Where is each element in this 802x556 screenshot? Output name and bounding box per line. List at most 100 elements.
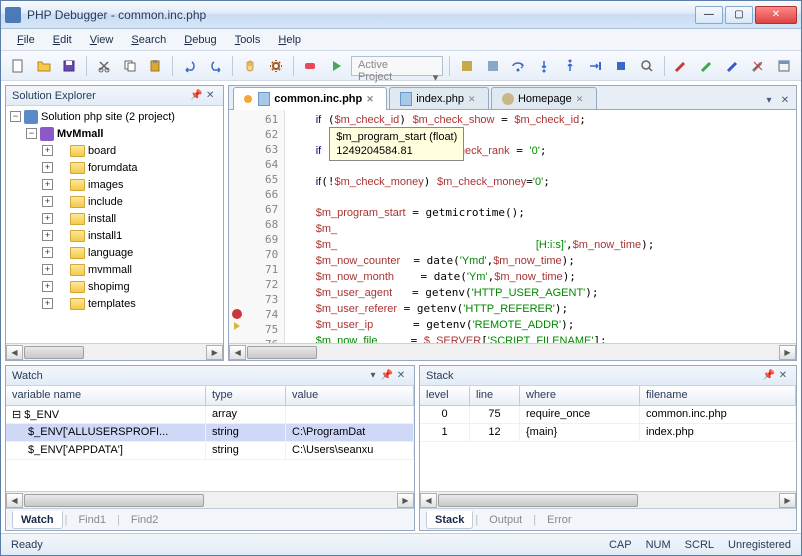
stack-tabs-output[interactable]: Output (480, 511, 531, 529)
scroll-left-icon[interactable]: ◀ (6, 493, 23, 508)
collapse-icon[interactable]: − (10, 111, 21, 122)
pin-icon[interactable]: 📌 (762, 369, 776, 383)
expand-icon[interactable]: + (42, 264, 53, 275)
expand-icon[interactable]: + (42, 298, 53, 309)
tab-dropdown-icon[interactable]: ▾ (762, 93, 776, 107)
pin-icon[interactable]: 📌 (380, 369, 394, 383)
tree-folder-install[interactable]: +install (8, 210, 221, 227)
marker-clear-icon[interactable] (748, 55, 770, 77)
stack-row[interactable]: 112{main}index.php (420, 424, 796, 442)
marker-blue-icon[interactable] (722, 55, 744, 77)
save-icon[interactable] (58, 55, 80, 77)
watch-row[interactable]: $_ENV['ALLUSERSPROFI...stringC:\ProgramD… (6, 424, 414, 442)
tab-close-icon[interactable]: ✕ (366, 94, 376, 104)
tree-solution-root[interactable]: − Solution php site (2 project) (8, 108, 221, 125)
watch-row[interactable]: $_ENV['APPDATA']stringC:\Users\seanxu (6, 442, 414, 460)
inspect-icon[interactable] (636, 55, 658, 77)
tree-folder-mvmmall[interactable]: +mvmmall (8, 261, 221, 278)
step-into-icon[interactable] (533, 55, 555, 77)
minimize-button[interactable]: — (695, 6, 723, 24)
undo-icon[interactable] (179, 55, 201, 77)
window-icon[interactable] (773, 55, 795, 77)
watch-tabs-find2[interactable]: Find2 (122, 511, 168, 529)
scroll-right-icon[interactable]: ▶ (779, 493, 796, 508)
menu-debug[interactable]: Debug (176, 32, 224, 48)
tree-folder-board[interactable]: +board (8, 142, 221, 159)
active-project-dropdown[interactable]: Active Project (351, 56, 443, 76)
tree-folder-language[interactable]: +language (8, 244, 221, 261)
col-where[interactable]: where (520, 386, 640, 405)
new-file-icon[interactable] (7, 55, 29, 77)
menu-edit[interactable]: Edit (45, 32, 80, 48)
editor-scrollbar[interactable]: ◀ ▶ (229, 343, 796, 360)
menu-tools[interactable]: Tools (227, 32, 269, 48)
code-editor[interactable]: 61 62 63 64 65 66 67 68 69 70 71 72 73 7… (229, 110, 796, 343)
menu-file[interactable]: File (9, 32, 43, 48)
solution-tree[interactable]: − Solution php site (2 project) − MvMmal… (6, 106, 223, 343)
maximize-button[interactable]: ▢ (725, 6, 753, 24)
editor-tab-1[interactable]: index.php✕ (389, 87, 489, 109)
tab-close-icon[interactable]: ✕ (778, 93, 792, 107)
step-over-icon[interactable] (508, 55, 530, 77)
debug-run-icon[interactable] (456, 55, 478, 77)
tree-project[interactable]: − MvMmall (8, 125, 221, 142)
run-to-icon[interactable] (585, 55, 607, 77)
open-folder-icon[interactable] (33, 55, 55, 77)
scroll-right-icon[interactable]: ▶ (397, 493, 414, 508)
breakpoint-gutter[interactable] (229, 110, 245, 343)
editor-tab-0[interactable]: common.inc.php✕ (233, 87, 387, 110)
paste-icon[interactable] (144, 55, 166, 77)
copy-icon[interactable] (119, 55, 141, 77)
watch-tabs-watch[interactable]: Watch (12, 511, 63, 529)
scroll-right-icon[interactable]: ▶ (779, 345, 796, 360)
expand-icon[interactable]: + (42, 145, 53, 156)
debug-pause-icon[interactable] (482, 55, 504, 77)
step-out-icon[interactable] (559, 55, 581, 77)
marker-red-icon[interactable] (671, 55, 693, 77)
menu-view[interactable]: View (82, 32, 122, 48)
collapse-icon[interactable]: − (26, 128, 37, 139)
tree-folder-install1[interactable]: +install1 (8, 227, 221, 244)
expand-icon[interactable]: + (42, 179, 53, 190)
redo-icon[interactable] (205, 55, 227, 77)
hand-icon[interactable] (239, 55, 261, 77)
stack-row[interactable]: 075require_oncecommon.inc.php (420, 406, 796, 424)
editor-tab-2[interactable]: Homepage✕ (491, 87, 597, 109)
marker-green-icon[interactable] (696, 55, 718, 77)
stop-debug-icon[interactable] (610, 55, 632, 77)
scroll-left-icon[interactable]: ◀ (420, 493, 437, 508)
scroll-left-icon[interactable]: ◀ (229, 345, 246, 360)
stack-grid-body[interactable]: 075require_oncecommon.inc.php112{main}in… (420, 406, 796, 491)
panel-close-icon[interactable]: ✕ (203, 89, 217, 103)
close-button[interactable]: ✕ (755, 6, 797, 24)
tree-folder-templates[interactable]: +templates (8, 295, 221, 312)
panel-close-icon[interactable]: ✕ (394, 369, 408, 383)
tab-close-icon[interactable]: ✕ (468, 94, 478, 104)
stack-tabs-error[interactable]: Error (538, 511, 580, 529)
cut-icon[interactable] (93, 55, 115, 77)
stack-tabs-stack[interactable]: Stack (426, 511, 473, 529)
menu-search[interactable]: Search (123, 32, 174, 48)
expand-icon[interactable]: + (42, 281, 53, 292)
watch-row[interactable]: ⊟ $_ENVarray (6, 406, 414, 424)
expand-icon[interactable]: + (42, 247, 53, 258)
gear-icon[interactable] (265, 55, 287, 77)
tree-folder-include[interactable]: +include (8, 193, 221, 210)
panel-close-icon[interactable]: ✕ (776, 369, 790, 383)
menu-help[interactable]: Help (270, 32, 309, 48)
col-filename[interactable]: filename (640, 386, 796, 405)
col-type[interactable]: type (206, 386, 286, 405)
expand-icon[interactable]: + (42, 230, 53, 241)
scroll-right-icon[interactable]: ▶ (206, 345, 223, 360)
col-value[interactable]: value (286, 386, 414, 405)
stack-scrollbar[interactable]: ◀ ▶ (420, 491, 796, 508)
expand-icon[interactable]: + (42, 162, 53, 173)
tree-scrollbar[interactable]: ◀ ▶ (6, 343, 223, 360)
tree-folder-images[interactable]: +images (8, 176, 221, 193)
expand-icon[interactable]: + (42, 213, 53, 224)
tree-folder-forumdata[interactable]: +forumdata (8, 159, 221, 176)
tree-folder-shopimg[interactable]: +shopimg (8, 278, 221, 295)
scroll-left-icon[interactable]: ◀ (6, 345, 23, 360)
play-icon[interactable] (325, 55, 347, 77)
expand-icon[interactable]: + (42, 196, 53, 207)
